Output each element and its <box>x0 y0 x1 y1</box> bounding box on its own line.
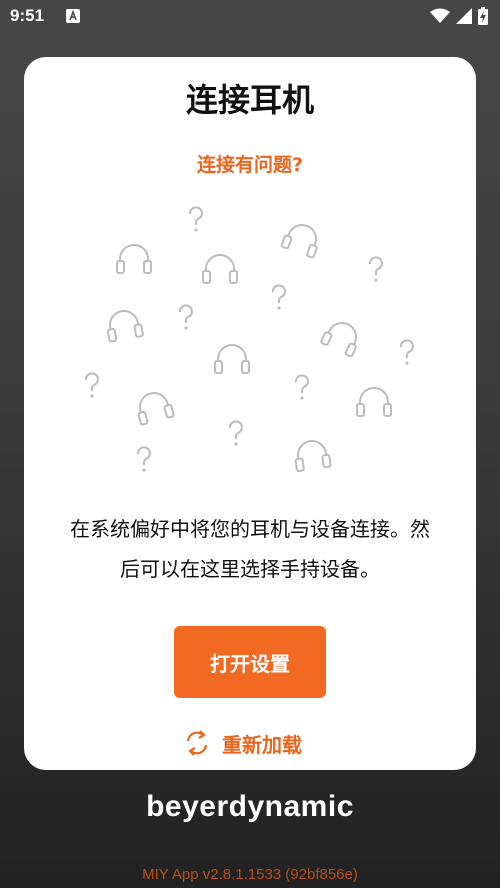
connect-headphones-card: 连接耳机 连接有问题? 在系统偏好中将您的耳机与设备连接。然 后可以在这里选择手… <box>24 57 476 770</box>
question-mark-icon <box>178 304 193 331</box>
headphones-icon <box>132 388 176 426</box>
battery-charging-icon <box>478 7 488 25</box>
headphones-illustration <box>84 206 414 473</box>
question-mark-icon <box>399 339 414 366</box>
headphones-icon <box>280 219 324 259</box>
connection-problem-link[interactable]: 连接有问题? <box>24 150 476 177</box>
instruction-line: 后可以在这里选择手持设备。 <box>120 557 380 581</box>
status-icons <box>430 7 488 25</box>
headphones-icon <box>202 254 238 284</box>
question-mark-icon <box>368 256 383 283</box>
question-mark-icon <box>136 446 151 473</box>
reload-button[interactable]: 重新加载 <box>184 727 302 759</box>
open-settings-button[interactable]: 打开设置 <box>174 626 326 698</box>
status-time: 9:51 <box>10 6 45 25</box>
reload-label: 重新加载 <box>222 732 302 757</box>
headphones-icon <box>356 387 392 417</box>
instruction-text: 在系统偏好中将您的耳机与设备连接。然 后可以在这里选择手持设备。 <box>54 509 446 589</box>
refresh-icon <box>186 730 208 756</box>
status-bar: 9:51 <box>0 0 500 34</box>
wifi-icon <box>430 8 450 23</box>
headphones-icon <box>103 307 145 343</box>
brand-logo: beyerdynamic <box>146 790 354 823</box>
page-title: 连接耳机 <box>185 81 314 119</box>
app-notification-icon <box>66 9 80 23</box>
headphones-icon <box>319 316 365 358</box>
question-mark-icon <box>84 372 99 399</box>
question-mark-icon <box>294 374 309 401</box>
headphones-icon <box>116 244 152 274</box>
headphones-icon <box>214 344 250 374</box>
app-version: MIY App v2.8.1.1533 (92bf856e) <box>142 866 358 883</box>
signal-icon <box>456 8 472 24</box>
headphones-icon <box>292 437 332 473</box>
question-mark-icon <box>188 206 203 233</box>
question-mark-icon <box>228 420 243 447</box>
instruction-line: 在系统偏好中将您的耳机与设备连接。然 <box>70 517 430 541</box>
question-mark-icon <box>271 284 286 311</box>
